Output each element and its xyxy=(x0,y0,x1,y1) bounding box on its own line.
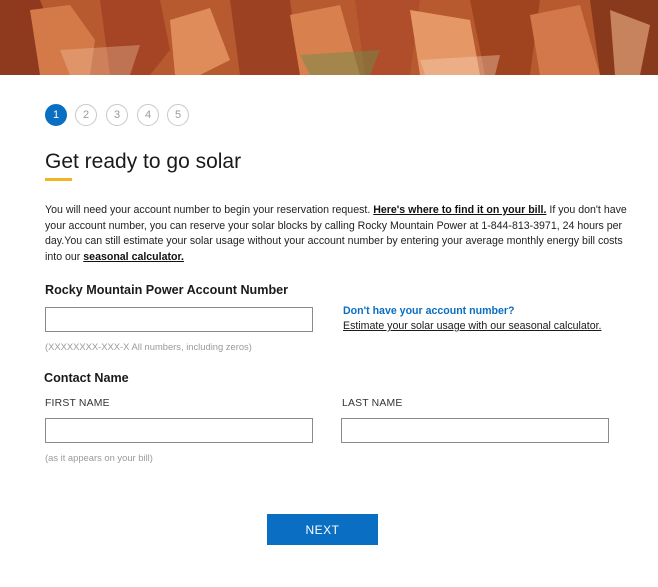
no-account-heading: Don't have your account number? xyxy=(343,305,515,317)
page-title: Get ready to go solar xyxy=(45,150,242,173)
contact-name-label: Contact Name xyxy=(44,371,129,385)
account-number-input[interactable] xyxy=(45,307,313,332)
intro-paragraph: You will need your account number to beg… xyxy=(45,203,627,265)
next-button[interactable]: NEXT xyxy=(267,514,378,545)
step-2: 2 xyxy=(75,104,97,126)
contact-name-hint: (as it appears on your bill) xyxy=(45,452,153,463)
title-underline xyxy=(45,178,72,181)
find-on-bill-link[interactable]: Here's where to find it on your bill. xyxy=(373,204,546,216)
account-number-hint: (XXXXXXXX-XXX-X All numbers, including z… xyxy=(45,341,252,352)
last-name-input[interactable] xyxy=(341,418,609,443)
intro-text-1: You will need your account number to beg… xyxy=(45,204,374,216)
step-4: 4 xyxy=(137,104,159,126)
estimate-usage-link[interactable]: Estimate your solar usage with our seaso… xyxy=(343,320,602,332)
last-name-label: LAST NAME xyxy=(342,398,403,409)
step-5: 5 xyxy=(167,104,189,126)
hero-banner-image xyxy=(0,0,658,75)
first-name-label: FIRST NAME xyxy=(45,398,110,409)
step-1: 1 xyxy=(45,104,67,126)
seasonal-calculator-link[interactable]: seasonal calculator. xyxy=(83,251,184,263)
first-name-input[interactable] xyxy=(45,418,313,443)
step-3: 3 xyxy=(106,104,128,126)
canyon-hoodoos-image xyxy=(0,0,658,75)
account-number-label: Rocky Mountain Power Account Number xyxy=(45,283,289,297)
